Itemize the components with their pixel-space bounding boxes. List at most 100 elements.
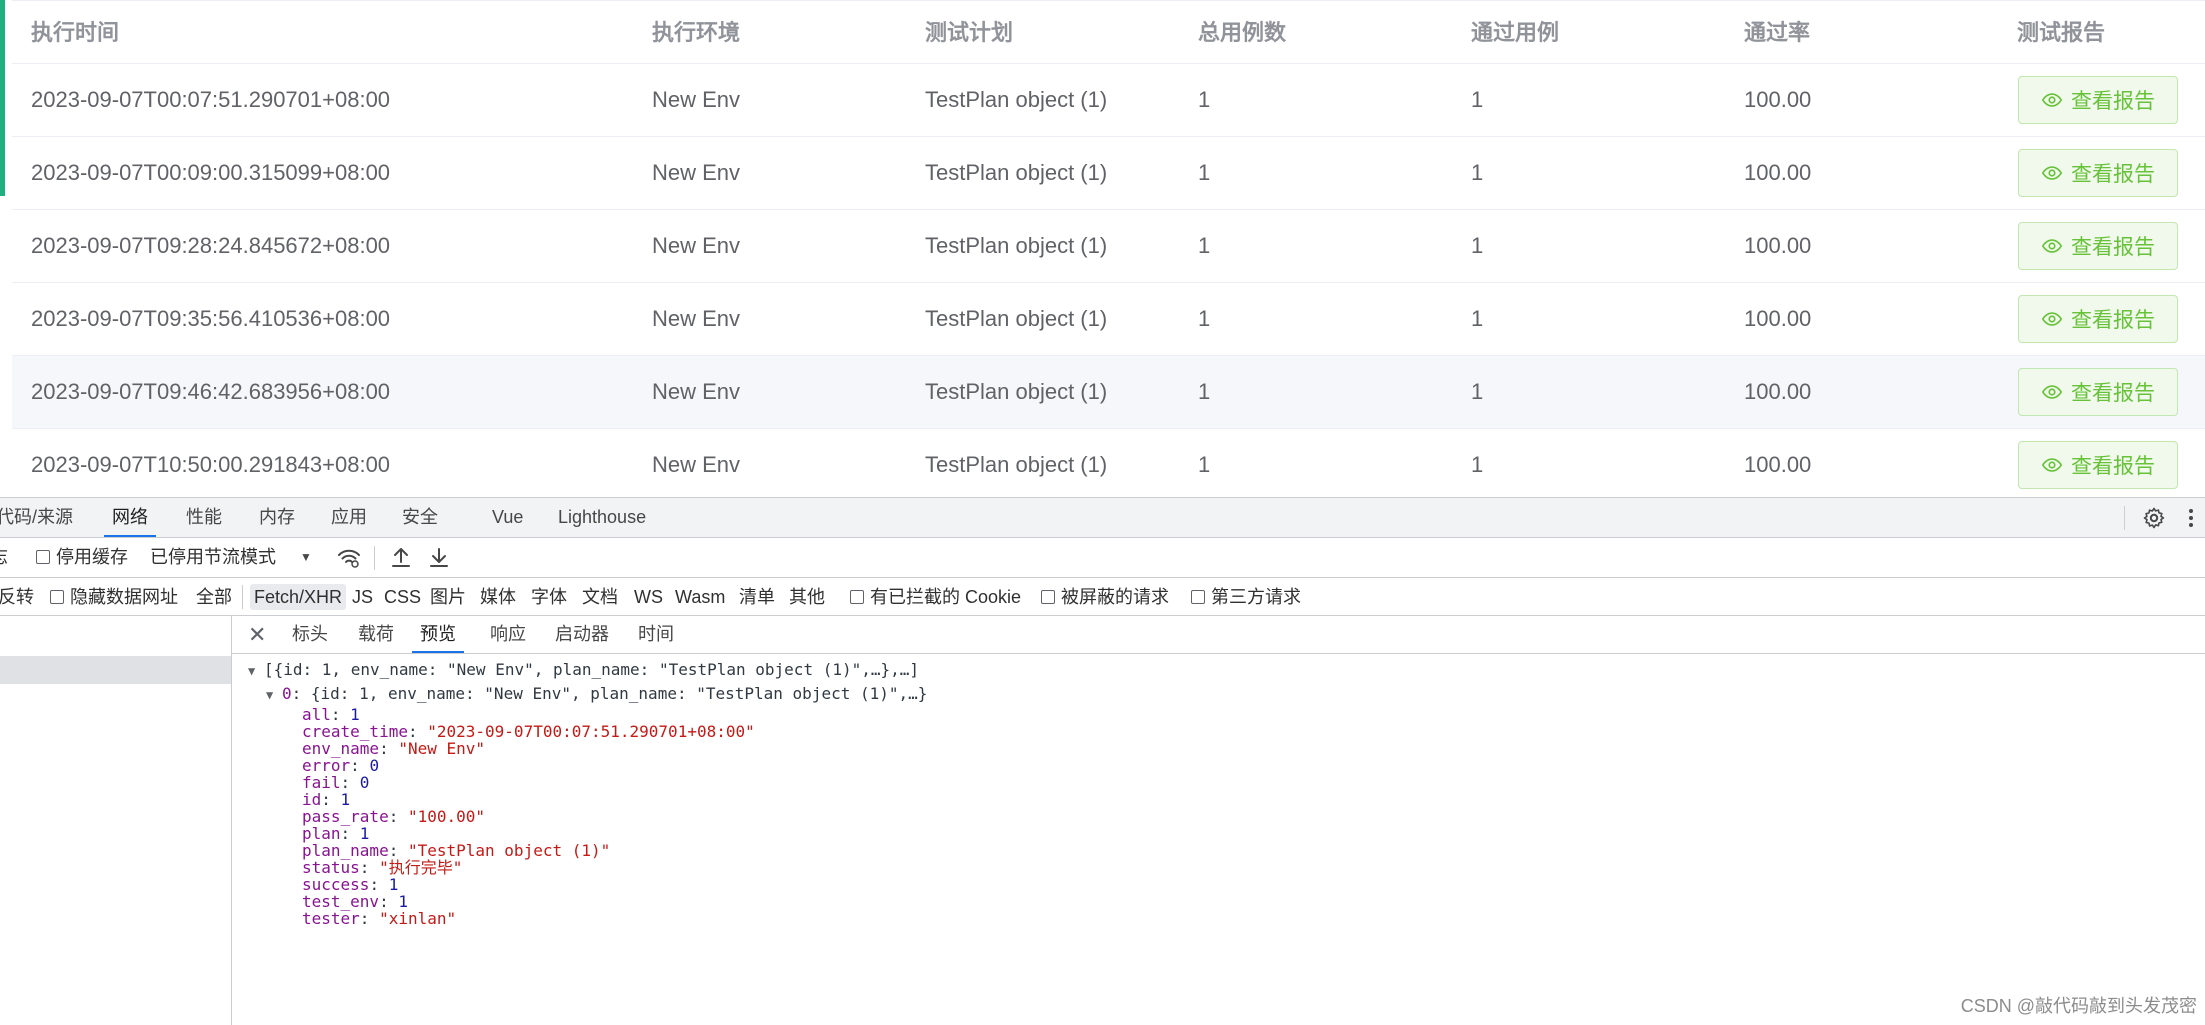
hide-data-urls-checkbox[interactable] <box>50 590 64 604</box>
header-test-plan: 测试计划 <box>925 20 1014 45</box>
json-value: "New Env" <box>398 739 486 758</box>
filter-type-fetch-xhr[interactable]: Fetch/XHR <box>250 584 347 610</box>
view-report-label: 查看报告 <box>2071 90 2155 113</box>
cell-total-cases: 1 <box>1198 306 1211 331</box>
json-item-line[interactable]: ▼ 0: {id: 1, env_name: "New Env", plan_na… <box>266 682 927 706</box>
close-icon[interactable]: ✕ <box>248 624 266 646</box>
download-icon[interactable] <box>428 546 450 575</box>
tab-network[interactable]: 网络 <box>104 498 156 537</box>
eye-icon <box>2041 385 2063 399</box>
table-row: 2023-09-07T00:09:00.315099+08:00 New Env T… <box>12 137 2205 210</box>
filter-type-ws[interactable]: WS <box>630 584 667 610</box>
invert-label[interactable]: 反转 <box>0 578 34 616</box>
expand-arrow-icon[interactable]: ▼ <box>266 683 282 707</box>
filter-type-media[interactable]: 媒体 <box>476 584 520 610</box>
header-total-cases: 总用例数 <box>1198 20 1287 45</box>
table-row: 2023-09-07T10:50:00.291843+08:00 New Env T… <box>12 429 2205 502</box>
cell-total-cases: 1 <box>1198 87 1211 112</box>
network-conditions-icon[interactable] <box>336 546 362 575</box>
blocked-requests-toggle[interactable]: 被屏蔽的请求 <box>1041 578 1169 616</box>
view-report-button[interactable]: 查看报告 <box>2018 222 2178 270</box>
upload-icon[interactable] <box>390 546 412 575</box>
tab-timing[interactable]: 时间 <box>638 616 674 653</box>
json-field-line[interactable]: status: "执行完毕" <box>302 859 462 876</box>
view-report-button[interactable]: 查看报告 <box>2018 295 2178 343</box>
tab-application[interactable]: 应用 <box>331 498 367 537</box>
filter-type-js[interactable]: JS <box>348 584 377 610</box>
filter-type-doc[interactable]: 文档 <box>578 584 622 610</box>
devtools-panel: 代码/来源 网络 性能 内存 应用 安全 Vue Lighthouse 志 停用… <box>0 497 2205 1025</box>
view-report-label: 查看报告 <box>2071 382 2155 405</box>
third-party-checkbox[interactable] <box>1191 590 1205 604</box>
json-field-line[interactable]: fail: 0 <box>302 774 369 791</box>
hide-data-urls-label: 隐藏数据网址 <box>70 587 178 607</box>
filter-type-img[interactable]: 图片 <box>426 584 470 610</box>
blocked-cookies-toggle[interactable]: 有已拦截的 Cookie <box>850 578 1021 616</box>
tab-preview[interactable]: 预览 <box>412 616 464 653</box>
cell-pass-rate: 100.00 <box>1744 160 1812 185</box>
tab-memory[interactable]: 内存 <box>259 498 295 537</box>
view-report-button[interactable]: 查看报告 <box>2018 149 2178 197</box>
cell-total-cases: 1 <box>1198 233 1211 258</box>
blocked-requests-checkbox[interactable] <box>1041 590 1055 604</box>
cell-test-plan: TestPlan object (1) <box>925 233 1108 258</box>
selected-request-row[interactable] <box>0 656 231 684</box>
json-field-line[interactable]: create_time: "2023-09-07T00:07:51.290701… <box>302 723 755 740</box>
filter-type-font[interactable]: 字体 <box>527 584 571 610</box>
view-report-button[interactable]: 查看报告 <box>2018 441 2178 489</box>
third-party-toggle[interactable]: 第三方请求 <box>1191 578 1301 616</box>
tab-sources[interactable]: 代码/来源 <box>0 498 73 537</box>
tab-security[interactable]: 安全 <box>402 498 438 537</box>
cell-pass-rate: 100.00 <box>1744 452 1812 477</box>
throttle-select[interactable]: 已停用节流模式 ▼ <box>150 538 312 576</box>
json-field-line[interactable]: id: 1 <box>302 791 350 808</box>
tab-response[interactable]: 响应 <box>490 616 526 653</box>
third-party-label: 第三方请求 <box>1211 587 1301 607</box>
filter-type-wasm[interactable]: Wasm <box>671 584 729 610</box>
cell-pass-rate: 100.00 <box>1744 233 1812 258</box>
gear-icon[interactable] <box>2142 506 2166 535</box>
json-field-line[interactable]: success: 1 <box>302 876 398 893</box>
json-root-line[interactable]: ▼ [{id: 1, env_name: "New Env", plan_name… <box>248 658 919 682</box>
cell-exec-env: New Env <box>652 160 741 185</box>
watermark: CSDN @敲代码敲到头发茂密 <box>1960 996 2197 1016</box>
view-report-button[interactable]: 查看报告 <box>2018 76 2178 124</box>
header-exec-time: 执行时间 <box>31 20 120 45</box>
tab-lighthouse[interactable]: Lighthouse <box>558 498 646 537</box>
json-field-line[interactable]: pass_rate: "100.00" <box>302 808 485 825</box>
view-report-label: 查看报告 <box>2071 309 2155 332</box>
blocked-requests-label: 被屏蔽的请求 <box>1061 587 1169 607</box>
blocked-cookies-checkbox[interactable] <box>850 590 864 604</box>
tab-vue[interactable]: Vue <box>492 498 523 537</box>
hide-data-urls-toggle[interactable]: 隐藏数据网址 <box>50 578 178 616</box>
toolbar-divider <box>374 546 375 570</box>
disable-cache-toggle[interactable]: 停用缓存 <box>36 538 128 576</box>
chevron-down-icon: ▼ <box>300 550 312 564</box>
filter-type-all[interactable]: 全部 <box>192 584 236 610</box>
filter-type-css[interactable]: CSS <box>380 584 425 610</box>
tab-initiator[interactable]: 启动器 <box>555 616 609 653</box>
eye-icon <box>2041 312 2063 326</box>
more-options-icon[interactable] <box>2186 506 2196 535</box>
cell-exec-env: New Env <box>652 306 741 331</box>
cell-exec-time: 2023-09-07T09:46:42.683956+08:00 <box>31 379 391 404</box>
json-field-line[interactable]: plan: 1 <box>302 825 369 842</box>
tab-performance[interactable]: 性能 <box>186 498 222 537</box>
view-report-button[interactable]: 查看报告 <box>2018 368 2178 416</box>
filter-type-manifest[interactable]: 清单 <box>735 584 779 610</box>
toolbar-cut-label: 志 <box>0 538 8 576</box>
tab-headers[interactable]: 标头 <box>292 616 328 653</box>
json-field-line[interactable]: plan_name: "TestPlan object (1)" <box>302 842 610 859</box>
json-field-line[interactable]: error: 0 <box>302 757 379 774</box>
json-field-line[interactable]: test_env: 1 <box>302 893 408 910</box>
json-field-line[interactable]: tester: "xinlan" <box>302 910 456 927</box>
json-field-line[interactable]: all: 1 <box>302 706 360 723</box>
json-field-line[interactable]: env_name: "New Env" <box>302 740 485 757</box>
filter-type-other[interactable]: 其他 <box>785 584 829 610</box>
eye-icon <box>2041 458 2063 472</box>
tab-payload[interactable]: 载荷 <box>358 616 394 653</box>
cell-exec-env: New Env <box>652 379 741 404</box>
disable-cache-checkbox[interactable] <box>36 550 50 564</box>
expand-arrow-icon[interactable]: ▼ <box>248 659 264 683</box>
header-passed-cases: 通过用例 <box>1471 20 1560 45</box>
